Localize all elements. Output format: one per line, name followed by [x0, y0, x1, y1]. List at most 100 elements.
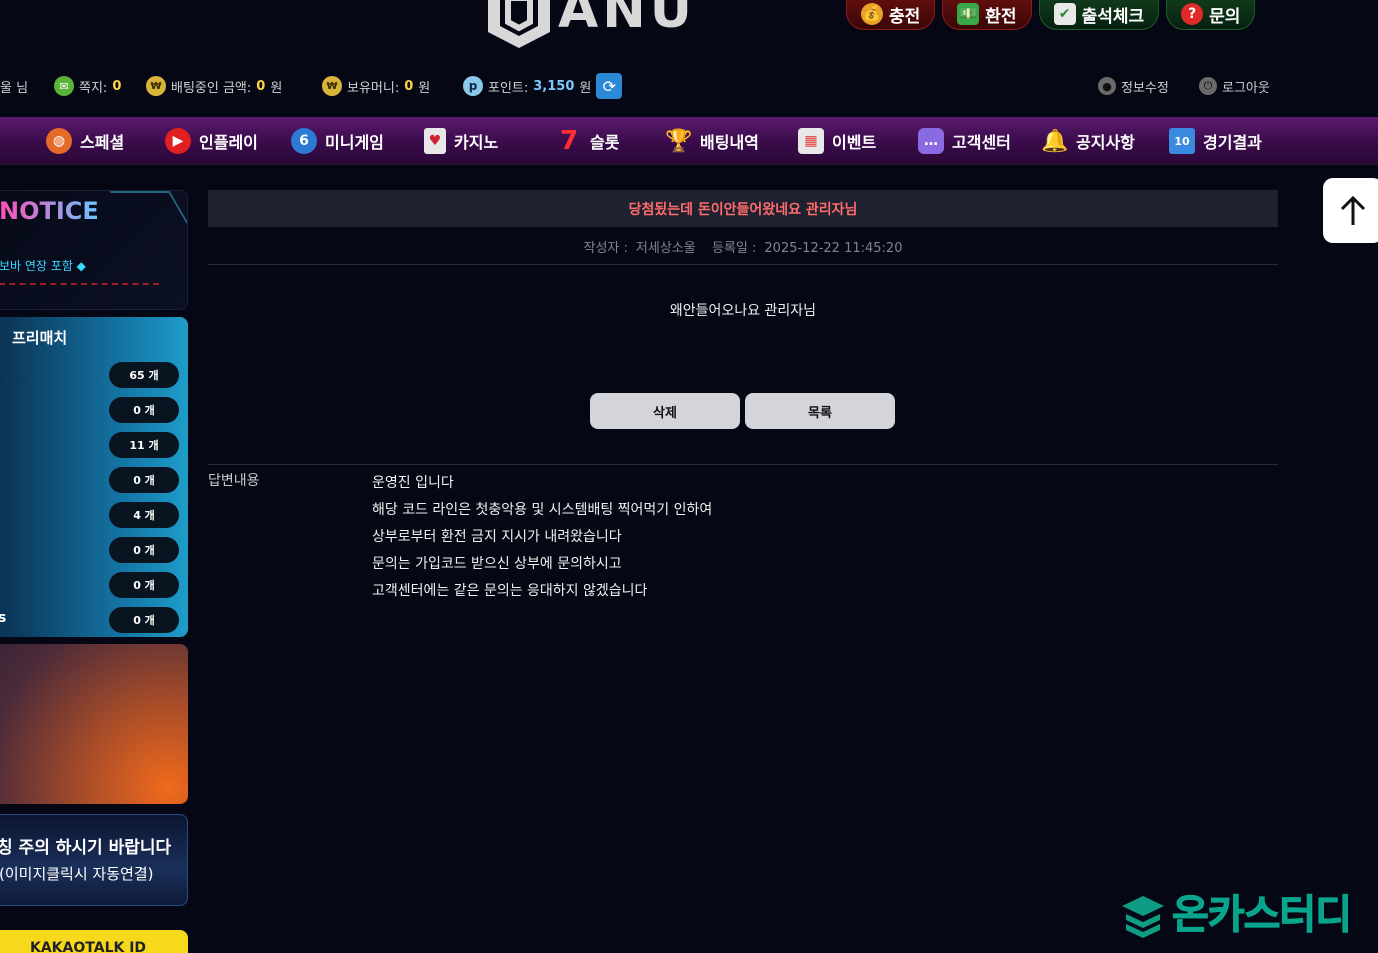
- bell-icon: 🔔: [1041, 128, 1069, 154]
- nav-label: 경기결과: [1203, 133, 1262, 152]
- nav-label: 슬롯: [590, 133, 620, 152]
- profile-edit-link[interactable]: ● 정보수정: [1098, 74, 1169, 98]
- divider: [208, 464, 1278, 465]
- kakaotalk-label: KAKAOTALK ID: [30, 940, 147, 953]
- kakaotalk-banner[interactable]: KAKAOTALK ID: [0, 930, 188, 953]
- calendar-check-icon: ✔: [1053, 3, 1076, 25]
- nav-label: 스페셜: [80, 133, 125, 152]
- nav-special[interactable]: ◍ 스페셜: [46, 117, 124, 165]
- prematch-row[interactable]: 0 개: [0, 572, 188, 598]
- answer-line: 해당 코드 라인은 첫충악용 및 시스템배팅 찍어먹기 인하여: [372, 502, 713, 518]
- convert-points-icon[interactable]: ⟳: [596, 73, 623, 99]
- post-meta: 작성자 : 저세상소울 등록일 : 2025-12-22 11:45:20: [208, 237, 1278, 256]
- card-icon: ♥: [424, 128, 446, 154]
- chat-icon: …: [918, 128, 944, 154]
- profile-label: 정보수정: [1121, 80, 1169, 96]
- author-label: 작성자 :: [583, 241, 628, 256]
- money-label: 보유머니:: [347, 80, 400, 96]
- warning-subtext: (이미지클릭시 자동연결): [0, 865, 154, 883]
- post-title: 당첨됬는데 돈이안들어왔네요 관리자님: [208, 190, 1278, 227]
- betting-unit: 원: [270, 80, 283, 96]
- prematch-row[interactable]: 0 개: [0, 467, 188, 493]
- logout-link[interactable]: ⏻ 로그아웃: [1199, 74, 1270, 98]
- nav-event[interactable]: ▦ 이벤트: [798, 117, 876, 165]
- scroll-to-top-button[interactable]: [1323, 178, 1378, 243]
- cash-icon: 💵: [957, 3, 980, 25]
- username-text: 울 님: [0, 80, 29, 96]
- delete-button[interactable]: 삭제: [590, 393, 740, 429]
- trophy-icon: 🏆: [665, 128, 693, 154]
- deposit-button[interactable]: 💰 충전: [846, 0, 936, 30]
- main-nav: ◍ 스페셜 ▶ 인플레이 6 미니게임 ♥ 카지노 7 슬롯 🏆 배팅내역 ▦ …: [0, 117, 1378, 165]
- calendar-icon: ▦: [798, 128, 824, 154]
- nav-casino[interactable]: ♥ 카지노: [424, 117, 498, 165]
- prematch-row[interactable]: 4 개: [0, 502, 188, 528]
- seven-icon: 7: [559, 126, 579, 156]
- site-logo[interactable]: ANU: [482, 0, 696, 48]
- prematch-count: 11 개: [109, 432, 179, 458]
- answer-label: 답변내용: [208, 473, 260, 489]
- points-unit: 원: [579, 80, 592, 96]
- prematch-count: 0 개: [109, 572, 179, 598]
- question-icon: ?: [1181, 3, 1204, 25]
- coin-icon: ₩: [146, 76, 166, 96]
- nav-minigame[interactable]: 6 미니게임: [291, 117, 384, 165]
- notice-title: NOTICE: [0, 197, 99, 225]
- list-button[interactable]: 목록: [745, 393, 895, 429]
- attendance-button[interactable]: ✔ 출석체크: [1038, 0, 1160, 30]
- betting-value: 0: [256, 78, 266, 94]
- prematch-count: 0 개: [109, 537, 179, 563]
- watermark-text: 온카스터디: [1172, 892, 1353, 939]
- basketball-icon: ◍: [46, 128, 72, 154]
- nav-label: 배팅내역: [700, 133, 759, 152]
- prematch-name: s: [0, 610, 7, 626]
- prematch-row[interactable]: 65 개: [0, 362, 188, 388]
- prematch-row[interactable]: s 0 개: [0, 607, 188, 633]
- top-action-buttons: 💰 충전 💵 환전 ✔ 출석체크 ? 문의: [846, 0, 1256, 30]
- promo-banner[interactable]: [0, 644, 188, 804]
- notice-panel[interactable]: NOTICE 보바 연장 포함 ◆: [0, 190, 188, 310]
- prematch-panel: 프리매치 65 개 0 개 11 개 0 개 4 개 0 개 0 개 s 0 개: [0, 317, 188, 637]
- messages-link[interactable]: ✉ 쪽지: 0: [54, 74, 121, 98]
- prematch-row[interactable]: 11 개: [0, 432, 188, 458]
- nav-slot[interactable]: 7 슬롯: [556, 117, 620, 165]
- nav-label: 미니게임: [325, 133, 384, 152]
- money-unit: 원: [418, 80, 431, 96]
- user-info-bar: 울 님 ✉ 쪽지: 0 ₩ 배팅중인 금액: 0 원 ₩ 보유머니: 0 원 p…: [0, 73, 1378, 99]
- answer-line: 문의는 가입코드 받으신 상부에 문의하시고: [372, 556, 622, 572]
- attendance-label: 출석체크: [1081, 6, 1145, 27]
- nav-notice[interactable]: 🔔 공지사항: [1041, 117, 1135, 165]
- coin-icon: ₩: [322, 76, 342, 96]
- scoreboard-icon: 10: [1169, 128, 1195, 154]
- nav-customer-center[interactable]: … 고객센터: [918, 117, 1011, 165]
- ball-icon: 6: [291, 128, 317, 154]
- answer-line: 고객센터에는 같은 문의는 응대하지 않겠습니다: [372, 583, 648, 599]
- prematch-count: 65 개: [109, 362, 179, 388]
- money-value: 0: [404, 78, 414, 94]
- nav-inplay[interactable]: ▶ 인플레이: [165, 117, 258, 165]
- prematch-count: 0 개: [109, 607, 179, 633]
- prematch-row[interactable]: 0 개: [0, 537, 188, 563]
- notice-ticker: 보바 연장 포함 ◆: [0, 259, 86, 273]
- answer-line: 상부로부터 환전 금지 지시가 내려왔습니다: [372, 529, 622, 545]
- messages-value: 0: [112, 78, 122, 94]
- prematch-row[interactable]: 0 개: [0, 397, 188, 423]
- mail-icon: ✉: [54, 76, 74, 96]
- nav-label: 공지사항: [1076, 133, 1135, 152]
- warning-banner[interactable]: 칭 주의 하시기 바랍니다 (이미지클릭시 자동연결): [0, 814, 188, 906]
- power-icon: ⏻: [1199, 77, 1217, 95]
- withdraw-button[interactable]: 💵 환전: [942, 0, 1032, 30]
- points-value: 3,150: [533, 78, 575, 94]
- nav-bet-history[interactable]: 🏆 배팅내역: [665, 117, 759, 165]
- money-bag-icon: 💰: [861, 3, 883, 25]
- inquiry-label: 문의: [1209, 6, 1241, 27]
- money-balance: ₩ 보유머니: 0 원: [322, 74, 430, 98]
- nav-label: 카지노: [454, 133, 499, 152]
- post-date: 2025-12-22 11:45:20: [764, 241, 903, 256]
- answer-line: 운영진 입니다: [372, 475, 454, 491]
- inquiry-button[interactable]: ? 문의: [1166, 0, 1256, 30]
- nav-results[interactable]: 10 경기결과: [1169, 117, 1262, 165]
- nav-label: 이벤트: [832, 133, 877, 152]
- username: 울 님: [0, 74, 28, 98]
- prematch-count: 0 개: [109, 397, 179, 423]
